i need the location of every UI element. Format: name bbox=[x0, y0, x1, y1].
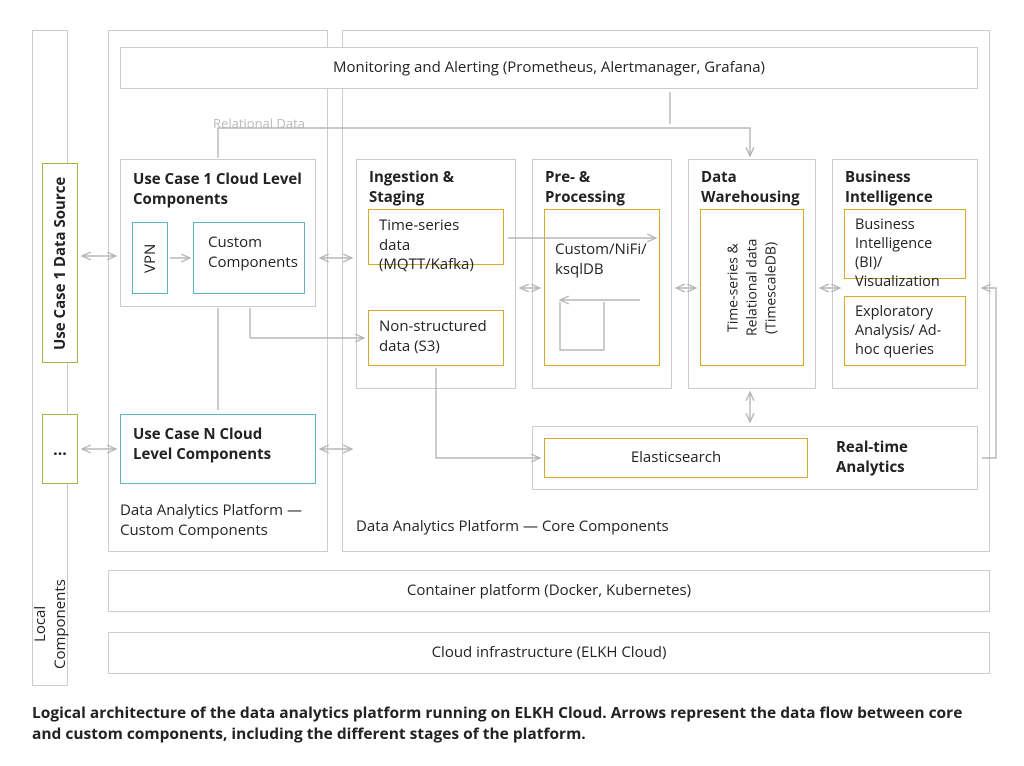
flow-arrows bbox=[0, 0, 1024, 700]
figure-caption: Logical architecture of the data analyti… bbox=[32, 702, 992, 744]
